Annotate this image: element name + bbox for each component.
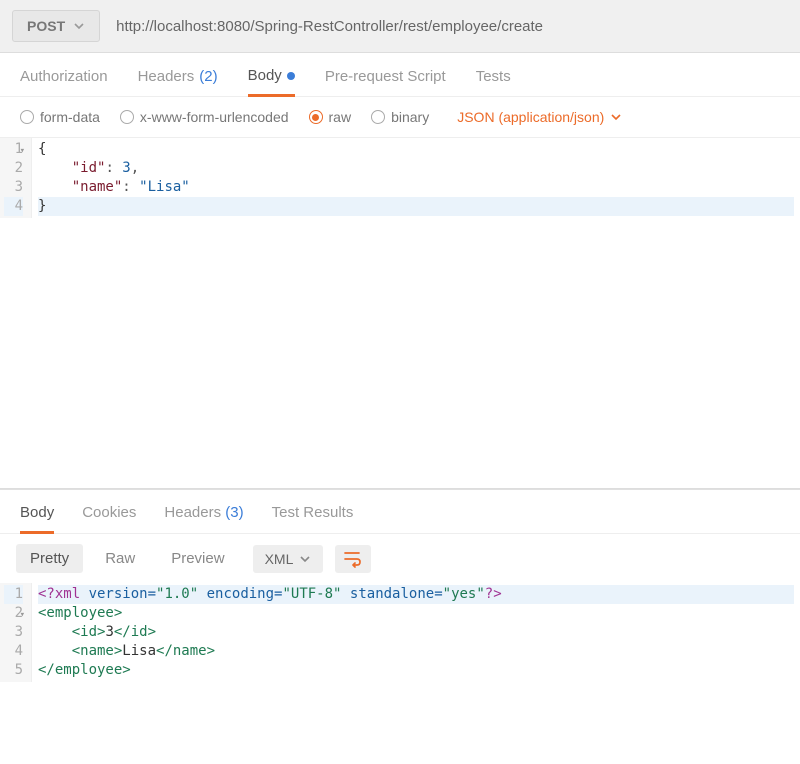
line-number: 3 bbox=[4, 623, 23, 642]
code-area[interactable]: { "id": 3, "name": "Lisa" } bbox=[32, 138, 800, 218]
wrap-lines-button[interactable] bbox=[335, 545, 371, 573]
gutter: 1 2 3 4 5 bbox=[0, 583, 32, 682]
tab-prerequest[interactable]: Pre-request Script bbox=[325, 67, 446, 96]
request-url-input[interactable]: http://localhost:8080/Spring-RestControl… bbox=[116, 18, 788, 35]
body-type-row: form-data x-www-form-urlencoded raw bina… bbox=[0, 97, 800, 138]
line-number: 1 bbox=[4, 585, 23, 604]
view-pretty-button[interactable]: Pretty bbox=[16, 544, 83, 573]
resp-tab-body[interactable]: Body bbox=[20, 504, 54, 534]
response-format-selector[interactable]: XML bbox=[253, 545, 324, 573]
request-topbar: POST http://localhost:8080/Spring-RestCo… bbox=[0, 0, 800, 53]
tab-headers[interactable]: Headers (2) bbox=[138, 67, 218, 96]
wrap-icon bbox=[343, 550, 363, 568]
line-number: 4 bbox=[4, 197, 23, 216]
resp-tab-headers[interactable]: Headers (3) bbox=[164, 504, 243, 533]
line-number: 3 bbox=[4, 178, 23, 197]
http-method-label: POST bbox=[27, 18, 65, 34]
line-number: 5 bbox=[4, 661, 23, 680]
tab-authorization[interactable]: Authorization bbox=[20, 67, 108, 96]
editor-filler bbox=[0, 218, 800, 488]
radio-icon bbox=[20, 110, 34, 124]
radio-icon bbox=[371, 110, 385, 124]
chevron-down-icon bbox=[299, 553, 311, 565]
radio-raw[interactable]: raw bbox=[309, 109, 352, 125]
resp-tab-cookies[interactable]: Cookies bbox=[82, 504, 136, 533]
radio-binary[interactable]: binary bbox=[371, 109, 429, 125]
line-number: 2 bbox=[4, 159, 23, 178]
request-body-editor[interactable]: 1 2 3 4 { "id": 3, "name": "Lisa" } bbox=[0, 138, 800, 218]
radio-icon bbox=[309, 110, 323, 124]
chevron-down-icon bbox=[73, 20, 85, 32]
content-type-selector[interactable]: JSON (application/json) bbox=[457, 109, 622, 125]
request-tabs: Authorization Headers (2) Body Pre-reque… bbox=[0, 53, 800, 97]
response-view-row: Pretty Raw Preview XML bbox=[0, 534, 800, 583]
response-tabs: Body Cookies Headers (3) Test Results bbox=[0, 489, 800, 534]
line-number: 2 bbox=[4, 604, 23, 623]
code-area[interactable]: <?xml version="1.0" encoding="UTF-8" sta… bbox=[32, 583, 800, 682]
gutter: 1 2 3 4 bbox=[0, 138, 32, 218]
response-body-editor[interactable]: 1 2 3 4 5 <?xml version="1.0" encoding="… bbox=[0, 583, 800, 682]
http-method-selector[interactable]: POST bbox=[12, 10, 100, 42]
radio-urlencoded[interactable]: x-www-form-urlencoded bbox=[120, 109, 289, 125]
resp-headers-count: (3) bbox=[225, 504, 243, 521]
radio-form-data[interactable]: form-data bbox=[20, 109, 100, 125]
modified-dot-icon bbox=[287, 72, 295, 80]
line-number: 4 bbox=[4, 642, 23, 661]
view-preview-button[interactable]: Preview bbox=[157, 544, 238, 573]
view-raw-button[interactable]: Raw bbox=[91, 544, 149, 573]
tab-tests[interactable]: Tests bbox=[476, 67, 511, 96]
request-body-editor-wrap: 1 2 3 4 { "id": 3, "name": "Lisa" } bbox=[0, 138, 800, 489]
resp-tab-test-results[interactable]: Test Results bbox=[272, 504, 354, 533]
radio-icon bbox=[120, 110, 134, 124]
tab-body[interactable]: Body bbox=[248, 67, 295, 97]
line-number: 1 bbox=[4, 140, 23, 159]
headers-count: (2) bbox=[199, 68, 217, 85]
chevron-down-icon bbox=[610, 111, 622, 123]
